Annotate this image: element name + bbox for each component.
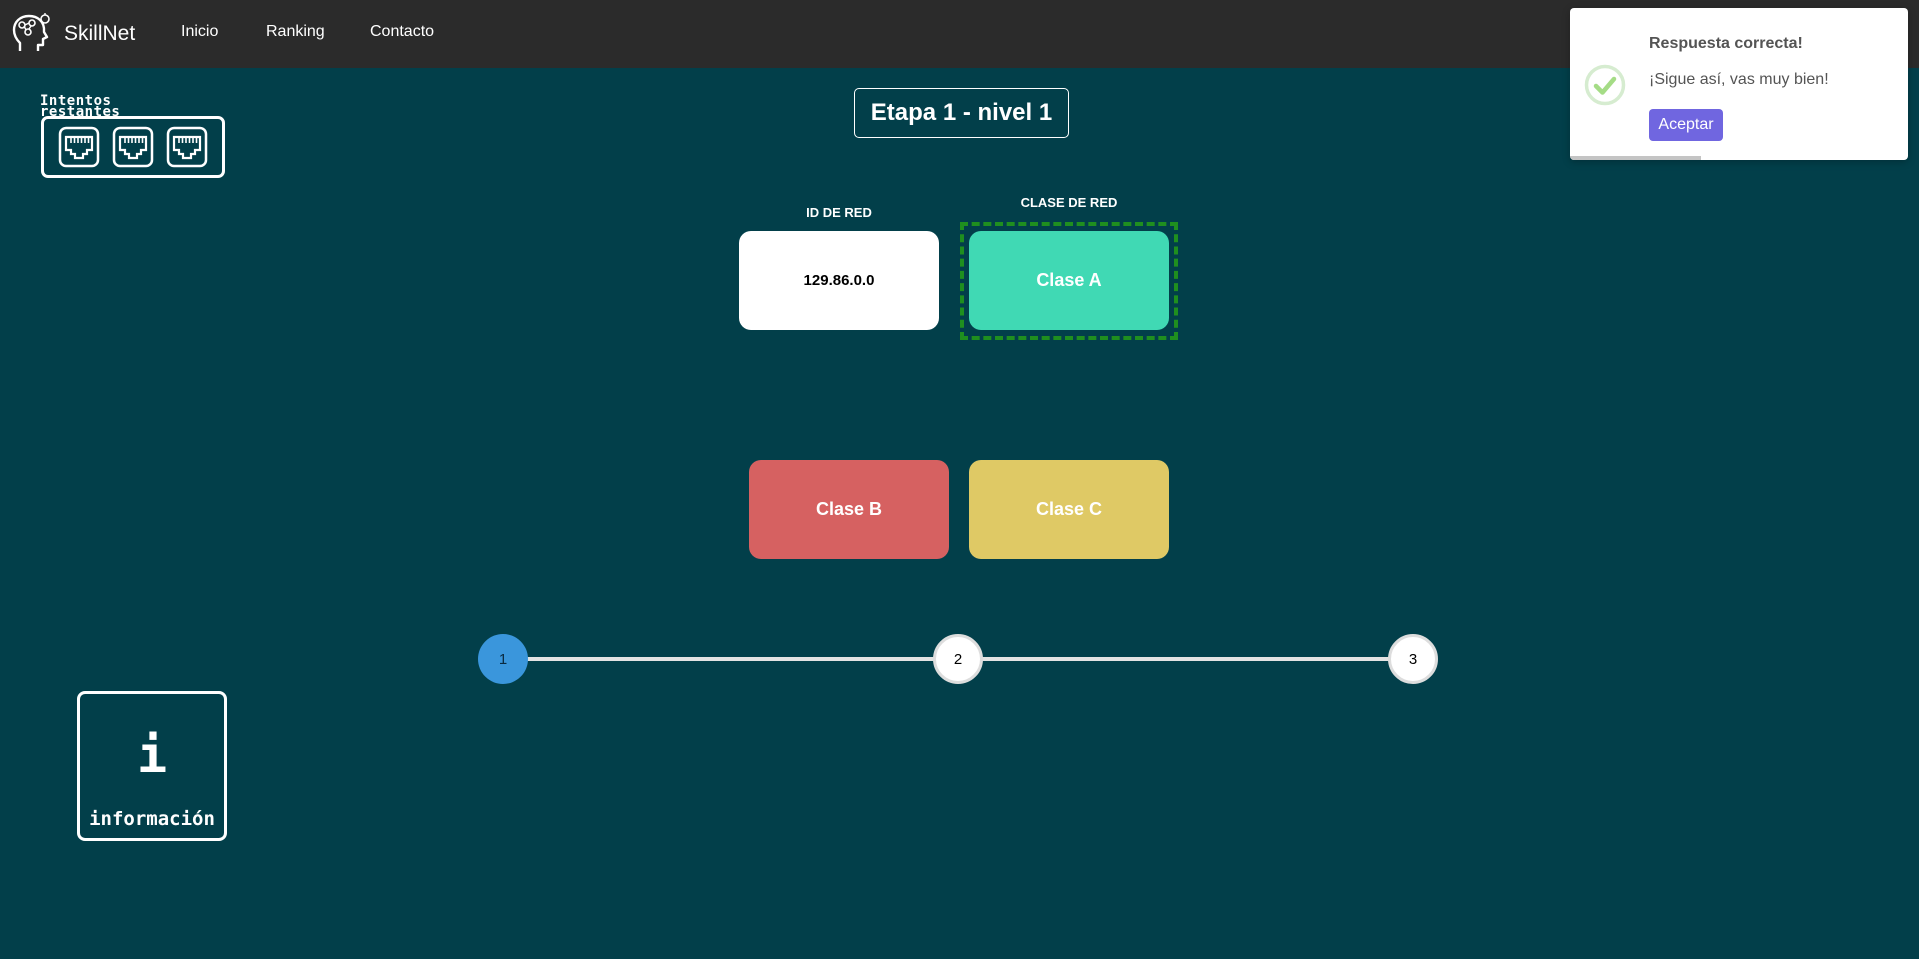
answer-card-clase-a[interactable]: Clase A xyxy=(969,231,1169,330)
ethernet-port-icon xyxy=(112,126,154,168)
nav-link-ranking[interactable]: Ranking xyxy=(266,23,325,41)
option-card-clase-b[interactable]: Clase B xyxy=(749,460,949,559)
ethernet-port-icon xyxy=(166,126,208,168)
toast-message: ¡Sigue así, vas muy bien! xyxy=(1649,71,1829,88)
stage-title: Etapa 1 - nivel 1 xyxy=(854,88,1069,138)
accept-button[interactable]: Aceptar xyxy=(1649,109,1723,141)
network-id-card: 129.86.0.0 xyxy=(739,231,939,330)
nav-link-contacto[interactable]: Contacto xyxy=(370,23,434,41)
ethernet-port-icon xyxy=(58,126,100,168)
progress-step-1: 1 xyxy=(478,634,528,684)
attempts-box xyxy=(41,116,225,178)
info-label: información xyxy=(89,808,215,830)
brand[interactable]: SkillNet xyxy=(8,10,135,58)
network-class-label: CLASE DE RED xyxy=(1020,195,1118,210)
network-id-label: ID DE RED xyxy=(806,205,872,220)
brand-name: SkillNet xyxy=(64,22,136,45)
option-card-clase-c[interactable]: Clase C xyxy=(969,460,1169,559)
nav-link-inicio[interactable]: Inicio xyxy=(181,23,218,41)
progress-step-2: 2 xyxy=(933,634,983,684)
info-icon: i xyxy=(136,726,168,784)
attempts-label: Intentos restantes xyxy=(40,93,121,120)
toast-title: Respuesta correcta! xyxy=(1649,35,1803,52)
toast-timer-bar xyxy=(1570,156,1701,160)
checkmark-icon xyxy=(1584,64,1626,106)
info-button[interactable]: i información xyxy=(77,691,227,841)
brain-head-logo-icon xyxy=(12,13,50,51)
success-toast: Respuesta correcta! ¡Sigue así, vas muy … xyxy=(1570,8,1908,160)
progress-step-3: 3 xyxy=(1388,634,1438,684)
